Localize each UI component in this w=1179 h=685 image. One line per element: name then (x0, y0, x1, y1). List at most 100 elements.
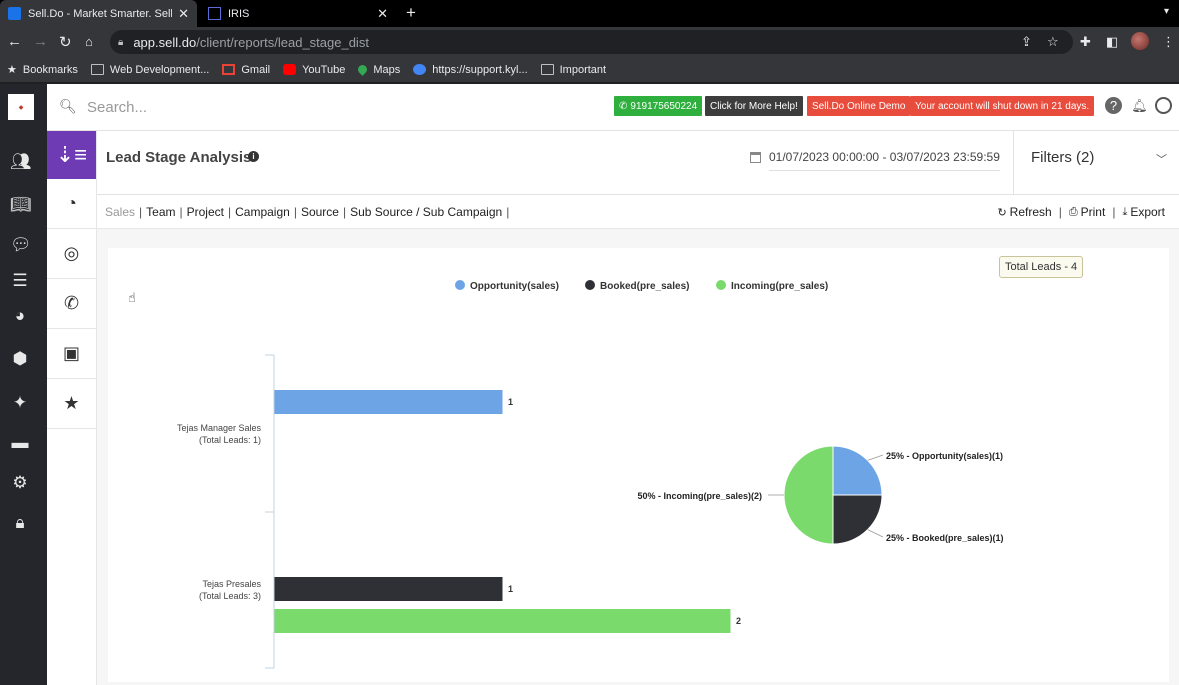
chat-icon[interactable]: 💬︎ (10, 235, 32, 255)
browser-menu-icon[interactable]: ⋮ (1162, 34, 1175, 50)
home-icon[interactable]: ⌂ (85, 34, 93, 49)
forward-arrow-icon[interactable]: → (33, 33, 48, 50)
pie-label: 50% - Incoming(pre_sales)(2) (637, 491, 762, 501)
browser-tab-selldo[interactable]: Sell.Do - Market Smarter. Sell I ✕ (0, 0, 197, 27)
magic-wand-icon[interactable]: ✦ (10, 393, 30, 413)
folder-icon[interactable]: ▬ (10, 433, 30, 453)
bookmark-web-development[interactable]: Web Development... (90, 64, 209, 76)
bar (274, 390, 503, 414)
bookmark-support[interactable]: https://support.kyl... (413, 64, 528, 76)
sort-report-icon[interactable]: ⇣≡ (47, 131, 96, 179)
export-button[interactable]: ⤓ Export (1122, 205, 1165, 219)
legend-label: Opportunity(sales) (470, 281, 559, 292)
pie-slice (832, 445, 883, 496)
share-icon[interactable]: ⇪ (1021, 34, 1032, 50)
dashboard-gauge-icon[interactable]: ◔ (47, 179, 96, 229)
close-tab-icon[interactable]: ✕ (377, 6, 388, 22)
tab-project[interactable]: Project (187, 205, 224, 219)
info-icon[interactable]: i (248, 151, 259, 162)
pie-label: 25% - Booked(pre_sales)(1) (886, 533, 1004, 543)
tab-campaign[interactable]: Campaign (235, 205, 290, 219)
help-question-icon[interactable]: ? (1105, 97, 1122, 114)
category-label: Tejas Presales (202, 579, 261, 589)
legend-marker (716, 280, 726, 290)
money-icon[interactable]: ▣ (47, 329, 96, 379)
tab-sales[interactable]: Sales (105, 205, 135, 219)
filters-label: Filters (2) (1031, 149, 1095, 166)
reload-icon[interactable]: ↻ (59, 33, 72, 51)
report-header: Lead Stage Analysis i 01/07/2023 00:00:0… (97, 131, 1179, 195)
print-button[interactable]: ⎙ Print (1069, 205, 1106, 219)
tab-search-chevron-icon[interactable]: ▾ (1164, 6, 1169, 17)
bar-value-label: 1 (508, 584, 513, 594)
book-icon[interactable]: 📖︎ (10, 195, 32, 215)
star-icon[interactable]: ★ (47, 379, 96, 429)
filters-dropdown[interactable]: Filters (2) ﹀ (1013, 131, 1179, 195)
tab-team[interactable]: Team (146, 205, 175, 219)
address-bar[interactable]: 🔒︎ app.sell.do/client/reports/lead_stage… (110, 30, 1073, 54)
calendar-icon (750, 152, 761, 163)
report-tabs: Sales | Team | Project | Campaign | Source | … (105, 205, 510, 219)
close-tab-icon[interactable]: ✕ (178, 6, 189, 22)
pie-label: 25% - Opportunity(sales)(1) (886, 451, 1003, 461)
reports-sidebar: ⇣≡ ◔ ◎ ✆ ▣ ★ (47, 131, 97, 685)
profile-avatar[interactable] (1131, 32, 1149, 50)
notification-bell-icon[interactable]: 🔔︎ (1131, 97, 1148, 114)
iris-favicon-icon (208, 7, 221, 20)
selldo-logo[interactable]: ◆ (8, 94, 34, 120)
settings-gear-icon[interactable]: ⚙ (10, 473, 30, 493)
search-input[interactable] (87, 94, 387, 120)
legend-label: Incoming(pre_sales) (731, 281, 828, 292)
browser-toolbar: ← → ↻ ⌂ 🔒︎ app.sell.do/client/reports/le… (0, 27, 1179, 57)
printer-icon: ⎙ (1068, 205, 1078, 218)
help-button[interactable]: Click for More Help! (705, 96, 803, 116)
bookmark-youtube[interactable]: YouTube (283, 64, 345, 76)
pie-leader-line (867, 454, 884, 461)
pie-slice (783, 445, 834, 545)
bookmark-star-icon[interactable]: ☆ (1047, 34, 1059, 50)
browser-tab-iris[interactable]: IRIS ✕ (200, 0, 396, 27)
online-demo-button[interactable]: Sell.Do Online Demo (807, 96, 911, 116)
chart-svg: Opportunity(sales) Booked(pre_sales) Incom… (177, 280, 1004, 669)
bookmark-important[interactable]: Important (540, 64, 606, 76)
account-warning-badge[interactable]: Your account will shut down in 21 days. (910, 96, 1095, 116)
back-arrow-icon[interactable]: ← (7, 33, 22, 50)
category-sub-label: (Total Leads: 1) (199, 435, 261, 445)
legend-label: Booked(pre_sales) (600, 281, 689, 292)
refresh-button[interactable]: ↻ Refresh (997, 205, 1051, 219)
folder-icon (90, 64, 104, 75)
pie-slice (832, 494, 883, 545)
tab-title: Sell.Do - Market Smarter. Sell I (28, 7, 173, 20)
bookmark-bookmarks[interactable]: ★ Bookmarks (7, 63, 78, 77)
download-icon: ⤓ (1122, 205, 1128, 218)
chart-card: Total Leads - 4 ☝ Opportunity(sales) Book… (108, 248, 1169, 682)
category-sub-label: (Total Leads: 3) (199, 591, 261, 601)
extensions-puzzle-icon[interactable]: ✚ (1080, 34, 1091, 50)
url-host: app.sell.do (133, 34, 197, 50)
phone-icon[interactable]: ✆ (47, 279, 96, 329)
target-icon[interactable]: ◎ (47, 229, 96, 279)
bar-value-label: 2 (736, 616, 741, 626)
report-actions: ↻ Refresh | ⎙ Print | ⤓ Export (997, 205, 1165, 219)
pie-chart-icon[interactable]: ◕ (10, 306, 30, 326)
new-tab-icon[interactable]: + (406, 3, 416, 23)
tab-sub-source[interactable]: Sub Source / Sub Campaign (350, 205, 502, 219)
bookmarks-bar: ★ Bookmarks Web Development... Gmail YouT… (0, 57, 1179, 83)
bookmark-maps[interactable]: Maps (356, 63, 400, 76)
side-panel-icon[interactable]: ◧ (1106, 34, 1118, 50)
lock-icon[interactable]: 🔒︎ (10, 513, 30, 533)
refresh-icon: ↻ (997, 206, 1007, 219)
phone-button[interactable]: ✆ 919175650224 (614, 96, 703, 116)
server-icon[interactable]: ☰ (10, 271, 30, 291)
legend-marker (455, 280, 465, 290)
date-range-picker[interactable]: 01/07/2023 00:00:00 - 03/07/2023 23:59:5… (769, 150, 1000, 171)
bar (274, 609, 731, 633)
youtube-icon (283, 64, 297, 75)
user-profile-icon[interactable] (1155, 97, 1172, 114)
tab-source[interactable]: Source (301, 205, 339, 219)
support-site-icon (413, 64, 427, 75)
cube-icon[interactable]: ⬢ (10, 349, 30, 369)
users-icon[interactable]: 👥︎ (10, 152, 32, 172)
folder-icon (540, 64, 554, 75)
bookmark-gmail[interactable]: Gmail (222, 64, 270, 76)
